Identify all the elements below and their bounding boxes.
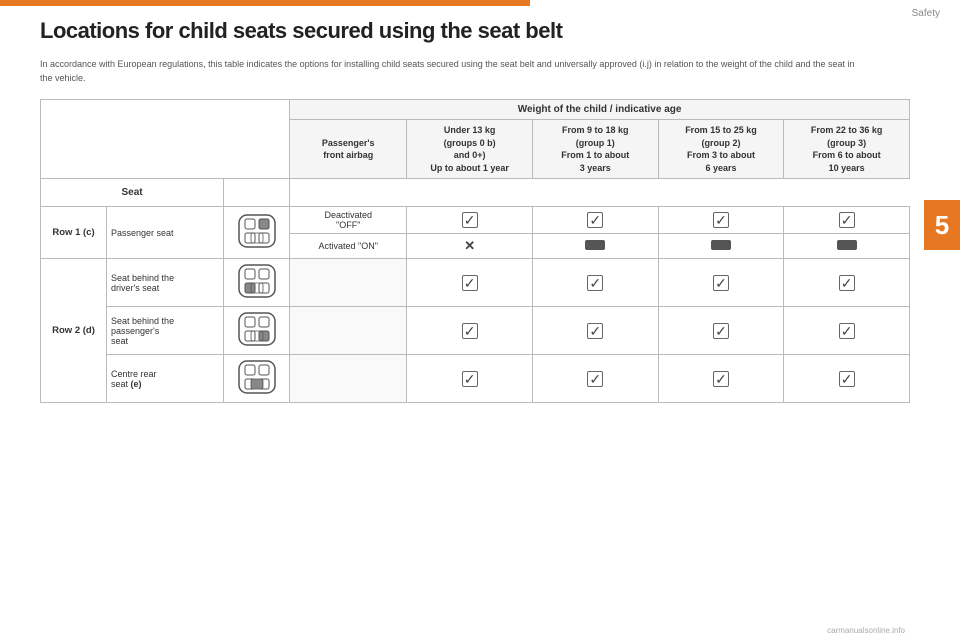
cross-icon: ✕ (464, 238, 475, 253)
airbag-deactivated: Deactivated"OFF" (290, 207, 407, 234)
cell-r2a-18: ✓ (532, 259, 658, 307)
row-label-row1: Row 1 (c) (41, 207, 107, 259)
seat-col-header: Seat (41, 179, 224, 207)
check-icon: ✓ (839, 212, 855, 228)
table-row: Row 1 (c) Passenger seat Deac (41, 207, 910, 234)
cell-r2c-36: ✓ (784, 355, 910, 403)
check-icon: ✓ (839, 371, 855, 387)
col-header-25kg: From 15 to 25 kg(group 2)From 3 to about… (658, 120, 784, 179)
weight-header: Weight of the child / indicative age (290, 100, 910, 120)
cell-r2a-25: ✓ (658, 259, 784, 307)
col-header-airbag: Passenger'sfront airbag (290, 120, 407, 179)
car-icon-row1 (224, 207, 290, 259)
col-header-13kg: Under 13 kg(groups 0 b)and 0+)Up to abou… (407, 120, 533, 179)
cell-r1-act-36 (784, 234, 910, 259)
cell-r2b-25: ✓ (658, 307, 784, 355)
intro-text: In accordance with European regulations,… (40, 58, 860, 85)
cell-r2b-13: ✓ (407, 307, 533, 355)
table-row: Row 2 (d) Seat behind thedriver's seat ✓ (41, 259, 910, 307)
cell-r1-act-25 (658, 234, 784, 259)
check-icon: ✓ (839, 323, 855, 339)
watermark: carmanualsonline.info (827, 626, 905, 635)
flatbed-icon (585, 240, 605, 250)
check-icon: ✓ (462, 212, 478, 228)
check-icon: ✓ (587, 371, 603, 387)
seat-name-passenger: Passenger seat (107, 207, 224, 259)
table-row: Seat behind thepassenger'sseat ✓ (41, 307, 910, 355)
chapter-tab: 5 (924, 200, 960, 250)
check-icon: ✓ (713, 212, 729, 228)
section-label: Safety (912, 8, 940, 19)
seat-name-centre-rear: Centre rearseat (e) (107, 355, 224, 403)
airbag-activated: Activated "ON" (290, 234, 407, 259)
check-icon: ✓ (587, 275, 603, 291)
row-label-row2: Row 2 (d) (41, 259, 107, 403)
cell-r1-deact-13: ✓ (407, 207, 533, 234)
check-icon: ✓ (462, 275, 478, 291)
car-icon-row2b (224, 307, 290, 355)
check-icon: ✓ (462, 371, 478, 387)
check-icon: ✓ (713, 371, 729, 387)
check-icon: ✓ (462, 323, 478, 339)
cell-r2c-25: ✓ (658, 355, 784, 403)
cell-r2c-13: ✓ (407, 355, 533, 403)
page-title: Locations for child seats secured using … (40, 18, 910, 44)
car-icon-row2a (224, 259, 290, 307)
cell-r1-act-13: ✕ (407, 234, 533, 259)
cell-r1-act-18 (532, 234, 658, 259)
table-row: Centre rearseat (e) ✓ ✓ (41, 355, 910, 403)
child-seat-table: Weight of the child / indicative age Pas… (40, 99, 910, 403)
cell-r1-deact-25: ✓ (658, 207, 784, 234)
seat-name-passenger-behind: Seat behind thepassenger'sseat (107, 307, 224, 355)
cell-r1-deact-18: ✓ (532, 207, 658, 234)
col-header-36kg: From 22 to 36 kg(group 3)From 6 to about… (784, 120, 910, 179)
check-icon: ✓ (839, 275, 855, 291)
col-header-18kg: From 9 to 18 kg(group 1)From 1 to about3… (532, 120, 658, 179)
flatbed-icon (711, 240, 731, 250)
cell-r2b-18: ✓ (532, 307, 658, 355)
cell-r2b-36: ✓ (784, 307, 910, 355)
top-orange-bar (0, 0, 530, 6)
flatbed-icon (837, 240, 857, 250)
cell-r2c-18: ✓ (532, 355, 658, 403)
cell-r2a-36: ✓ (784, 259, 910, 307)
cell-r2a-13: ✓ (407, 259, 533, 307)
cell-r1-deact-36: ✓ (784, 207, 910, 234)
car-icon-row2c (224, 355, 290, 403)
check-icon: ✓ (587, 323, 603, 339)
check-icon: ✓ (713, 323, 729, 339)
main-content: Locations for child seats secured using … (40, 18, 910, 403)
check-icon: ✓ (587, 212, 603, 228)
check-icon: ✓ (713, 275, 729, 291)
seat-name-driver-behind: Seat behind thedriver's seat (107, 259, 224, 307)
